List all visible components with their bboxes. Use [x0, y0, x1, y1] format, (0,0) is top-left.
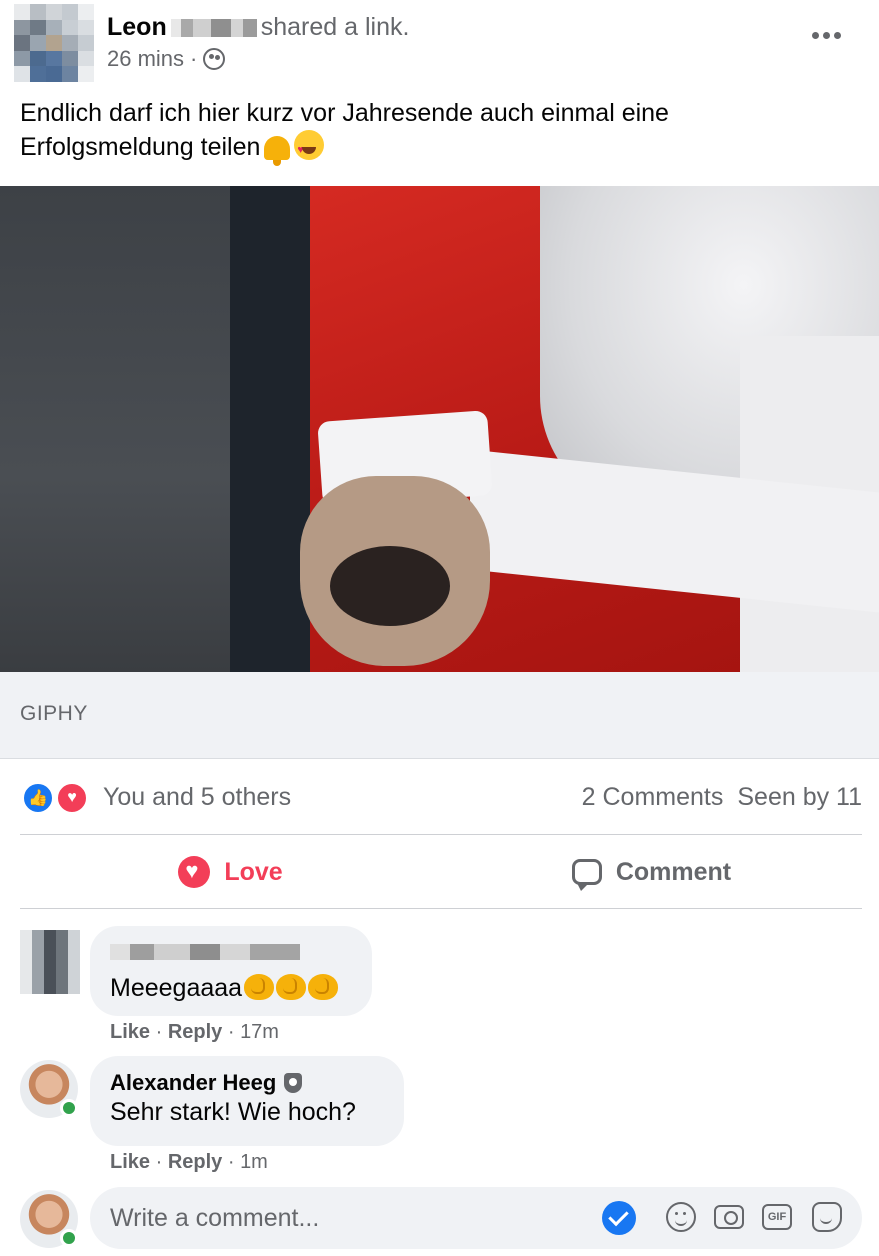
- online-indicator: [60, 1099, 78, 1117]
- comment-button[interactable]: Comment: [441, 836, 862, 908]
- clapping-hands-emoji: [276, 974, 307, 1000]
- author-name[interactable]: Leon: [107, 13, 167, 41]
- commenter-avatar[interactable]: [20, 930, 80, 994]
- like-icon: 👍: [22, 782, 54, 814]
- post-action-text: shared a link.: [260, 13, 410, 41]
- check-icon[interactable]: [602, 1201, 636, 1235]
- post-meta: 26 mins ·: [107, 46, 226, 72]
- post-text-line-2: Erfolgsmeldung teilen: [20, 130, 860, 167]
- reply-link[interactable]: Reply: [168, 1021, 222, 1043]
- post-stats: 2 Comments Seen by 11: [582, 783, 862, 812]
- bell-emoji: [264, 136, 291, 166]
- comment-meta: Like · Reply · 17m: [110, 1021, 279, 1043]
- link-source: GIPHY: [20, 702, 88, 725]
- comment-time[interactable]: 1m: [240, 1151, 268, 1173]
- comment-text: Sehr stark! Wie hoch?: [110, 1098, 356, 1126]
- more-icon[interactable]: [812, 32, 841, 39]
- comment-text: Meeegaaaa: [110, 974, 352, 1003]
- love-reaction-icon: [178, 856, 211, 888]
- redacted-author-name[interactable]: [110, 944, 300, 960]
- link-source-bar[interactable]: GIPHY: [0, 672, 879, 759]
- sticker-icon[interactable]: [812, 1202, 842, 1232]
- post-actions: Love Comment: [20, 836, 862, 908]
- love-icon: ♥: [56, 782, 88, 814]
- camera-icon[interactable]: [714, 1205, 744, 1229]
- comment-time[interactable]: 17m: [240, 1021, 279, 1043]
- comment-bubble: Alexander Heeg Sehr stark! Wie hoch?: [90, 1056, 404, 1146]
- author-avatar[interactable]: [14, 4, 94, 82]
- friends-icon[interactable]: [203, 48, 226, 70]
- like-link[interactable]: Like: [110, 1151, 150, 1173]
- gif-media[interactable]: [0, 186, 879, 672]
- reply-link[interactable]: Reply: [168, 1151, 222, 1173]
- reactions-summary: 👍 ♥ You and 5 others 2 Comments Seen by 1…: [20, 780, 862, 816]
- clapping-hands-emoji: [244, 974, 275, 1000]
- comment-composer: GIF: [90, 1187, 862, 1249]
- like-link[interactable]: Like: [110, 1021, 150, 1043]
- divider: [20, 908, 862, 909]
- emoji-icon[interactable]: [666, 1202, 696, 1232]
- seen-by[interactable]: Seen by 11: [737, 783, 862, 811]
- post-time[interactable]: 26 mins: [107, 46, 184, 72]
- comment-author[interactable]: Alexander Heeg: [110, 1070, 276, 1096]
- comment-input[interactable]: [110, 1187, 590, 1249]
- gif-icon[interactable]: GIF: [762, 1204, 792, 1230]
- comment-label: Comment: [615, 857, 732, 886]
- comment-meta: Like · Reply · 1m: [110, 1151, 268, 1173]
- love-label: Love: [224, 857, 283, 886]
- reaction-icons[interactable]: 👍 ♥: [22, 782, 92, 814]
- comment-bubble: Meeegaaaa: [90, 926, 372, 1016]
- love-button[interactable]: Love: [20, 836, 441, 908]
- redacted-surname: [170, 19, 257, 38]
- comments-count[interactable]: 2 Comments: [582, 783, 724, 811]
- comment-icon: [571, 859, 602, 891]
- reactions-summary-text[interactable]: You and 5 others: [103, 783, 291, 812]
- heart-eyes-emoji: [294, 130, 325, 167]
- post-title-line: Leon shared a link.: [107, 12, 409, 42]
- post-header: Leon shared a link. 26 mins ·: [0, 0, 879, 90]
- clapping-hands-emoji: [308, 974, 339, 1000]
- comment-author-row: Alexander Heeg: [110, 1070, 384, 1096]
- online-indicator: [60, 1229, 78, 1247]
- admin-badge-icon: [284, 1073, 303, 1093]
- post-text: Endlich darf ich hier kurz vor Jahresend…: [20, 96, 860, 167]
- post-text-line-1: Endlich darf ich hier kurz vor Jahresend…: [20, 99, 669, 127]
- divider: [20, 834, 862, 835]
